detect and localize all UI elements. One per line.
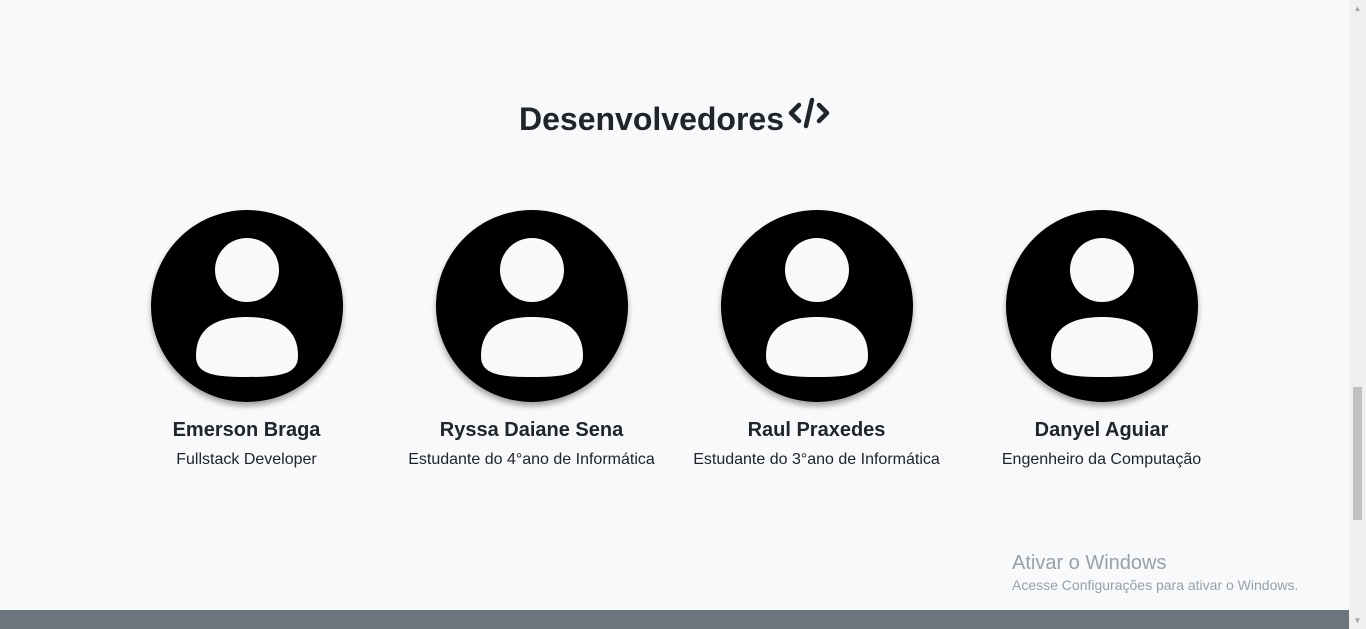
user-avatar-icon: [720, 210, 913, 402]
page: Desenvolvedores Emerson Braga Fullstack …: [0, 0, 1366, 629]
code-icon: [788, 96, 830, 140]
developer-role: Engenheiro da Computação: [1001, 451, 1202, 468]
developer-name: Emerson Braga: [172, 419, 321, 441]
scroll-down-arrow-icon[interactable]: ▼: [1349, 612, 1366, 629]
developers-section: Desenvolvedores Emerson Braga Fullstack …: [0, 0, 1349, 610]
watermark-subtitle: Acesse Configurações para ativar o Windo…: [1012, 577, 1299, 593]
user-avatar-icon: [150, 210, 343, 402]
watermark-title: Ativar o Windows: [1012, 552, 1167, 574]
developer-role: Fullstack Developer: [176, 451, 317, 468]
developer-name: Ryssa Daiane Sena: [439, 419, 624, 441]
user-avatar-icon: [435, 210, 628, 402]
developer-card: Emerson Braga Fullstack Developer: [104, 210, 389, 470]
developer-name: Raul Praxedes: [747, 419, 886, 441]
section-title-text: Desenvolvedores: [518, 101, 784, 137]
vertical-scrollbar[interactable]: ▲ ▼: [1349, 0, 1366, 629]
user-avatar-icon: [1005, 210, 1198, 402]
scroll-up-arrow-icon[interactable]: ▲: [1349, 0, 1366, 17]
developer-role: Estudante do 3°ano de Informática: [693, 451, 940, 468]
developer-card: Danyel Aguiar Engenheiro da Computação: [959, 210, 1244, 470]
developer-card: Raul Praxedes Estudante do 3°ano de Info…: [674, 210, 959, 470]
footer-bar: [0, 610, 1349, 629]
developer-role: Estudante do 4°ano de Informática: [408, 451, 655, 468]
developer-name: Danyel Aguiar: [1034, 419, 1169, 441]
scrollbar-thumb[interactable]: [1353, 387, 1362, 520]
windows-activation-watermark: Ativar o Windows Acesse Configurações pa…: [1012, 551, 1298, 595]
section-title: Desenvolvedores: [0, 97, 1349, 144]
developer-card: Ryssa Daiane Sena Estudante do 4°ano de …: [389, 210, 674, 470]
